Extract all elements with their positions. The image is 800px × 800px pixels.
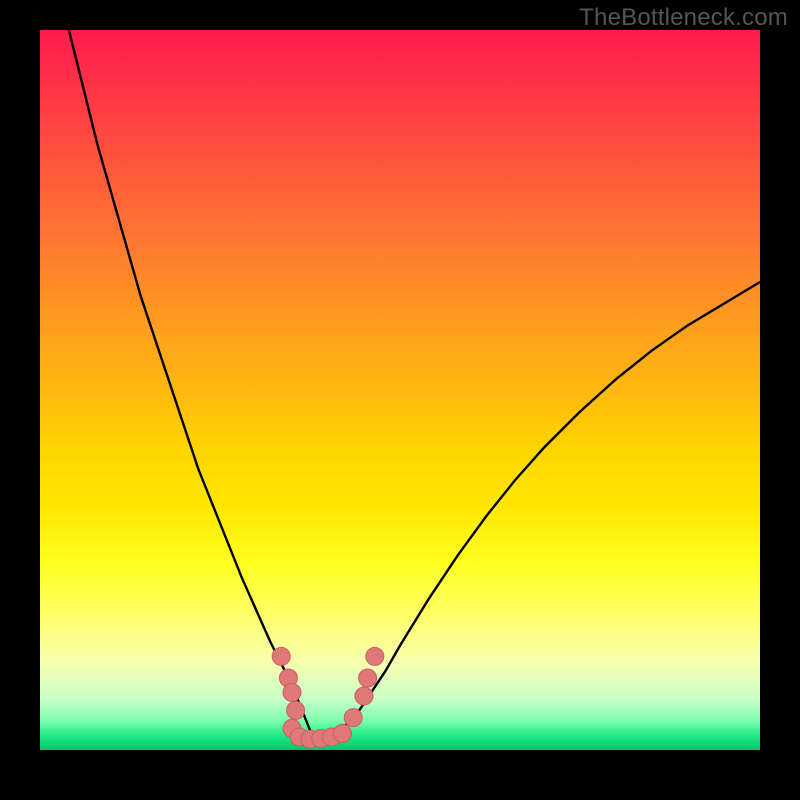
chart-svg — [40, 30, 760, 750]
marker-dot — [283, 683, 301, 701]
marker-dot — [359, 669, 377, 687]
chart-frame: TheBottleneck.com — [0, 0, 800, 800]
marker-dot — [355, 687, 373, 705]
watermark-text: TheBottleneck.com — [579, 4, 788, 32]
marker-dot — [366, 647, 384, 665]
marker-dot — [287, 701, 305, 719]
chart-plot-area — [40, 30, 760, 750]
marker-dot — [333, 724, 351, 742]
marker-dot — [344, 709, 362, 727]
marker-group — [272, 647, 384, 748]
marker-dot — [272, 647, 290, 665]
curve-right — [314, 282, 760, 739]
curve-left — [69, 30, 314, 739]
